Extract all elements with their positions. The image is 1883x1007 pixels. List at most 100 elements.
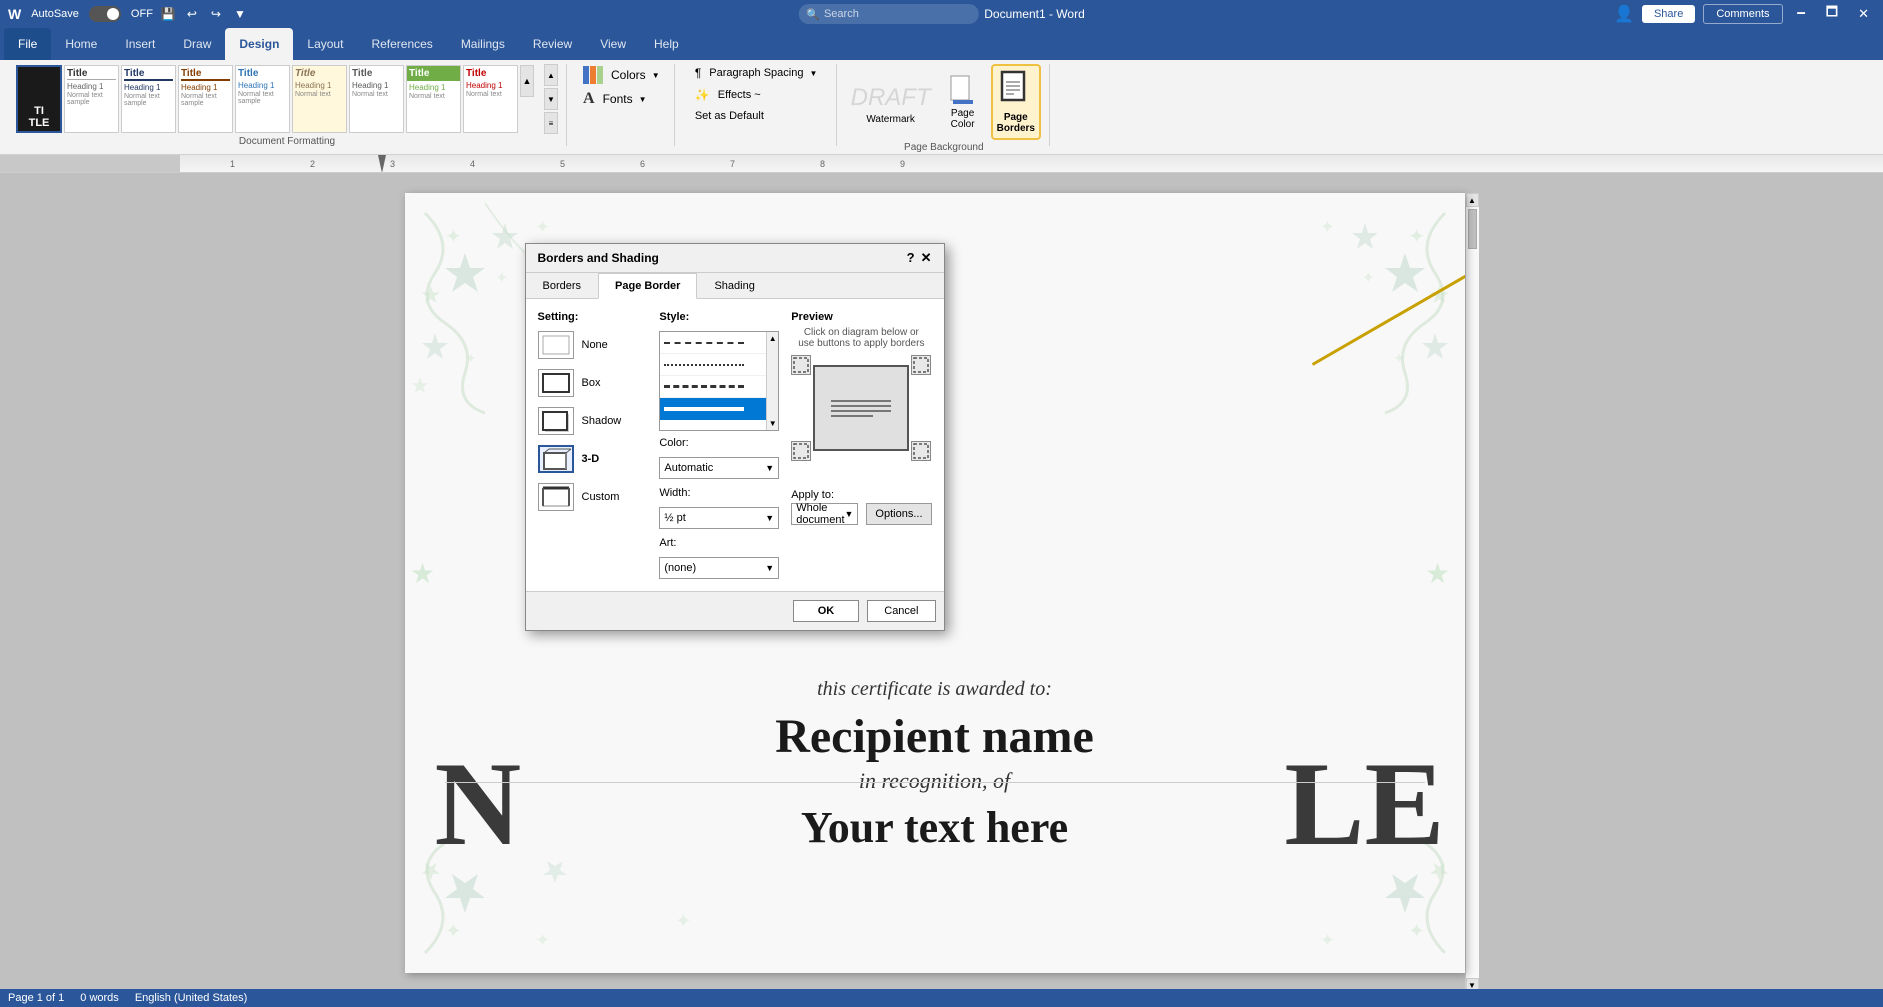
- statusbar: Page 1 of 1 0 words English (United Stat…: [0, 989, 1883, 1007]
- close-button[interactable]: ✕: [1852, 4, 1875, 24]
- comments-button[interactable]: Comments: [1703, 4, 1782, 24]
- colors-label: Colors: [611, 68, 646, 82]
- tab-mailings[interactable]: Mailings: [447, 28, 519, 60]
- theme-item-3[interactable]: Title Heading 1 Normal text sample: [121, 65, 176, 133]
- title-bar-right: 👤 Share Comments 🗕 🗖 ✕: [1614, 1, 1875, 27]
- style-listbox[interactable]: ▲ ▼: [659, 331, 779, 431]
- preview-border-btn-bottomleft[interactable]: [791, 441, 811, 461]
- qa-undo-icon[interactable]: ↩: [183, 5, 201, 23]
- setting-box[interactable]: Box: [538, 369, 648, 397]
- theme-item-2[interactable]: Title Heading 1 Normal text sample: [64, 65, 119, 133]
- art-select[interactable]: (none) ▼: [659, 557, 779, 579]
- art-dropdown-icon: ▼: [765, 563, 774, 573]
- scroll-up-btn[interactable]: ▲: [1466, 193, 1479, 207]
- page-borders-button[interactable]: Page Borders: [991, 64, 1041, 140]
- tab-insert[interactable]: Insert: [111, 28, 169, 60]
- tab-file[interactable]: File: [4, 28, 51, 60]
- fonts-label: Fonts: [603, 92, 633, 106]
- theme-item-7[interactable]: Title Heading 1 Normal text: [349, 65, 404, 133]
- share-button[interactable]: Share: [1642, 5, 1695, 23]
- setting-3d[interactable]: 3-D: [538, 445, 648, 473]
- theme-item-title[interactable]: TITLE: [16, 65, 62, 133]
- theme-scroll-more[interactable]: ≡: [544, 112, 558, 134]
- setting-shadow-icon: [538, 407, 574, 435]
- qa-more-icon[interactable]: ▼: [231, 5, 249, 23]
- maximize-button[interactable]: 🗖: [1820, 1, 1844, 27]
- preview-border-btn-topright[interactable]: [911, 355, 931, 375]
- autosave-toggle[interactable]: [89, 6, 121, 22]
- preview-label: Preview: [791, 311, 931, 323]
- title-bar-center: 🔍 Search Document1 - Word: [798, 4, 1084, 24]
- scroll-track[interactable]: [1466, 207, 1479, 978]
- scroll-thumb[interactable]: [1468, 209, 1477, 249]
- borders-shading-dialog[interactable]: Borders and Shading ? ✕ Borders Page Bor…: [525, 243, 945, 631]
- effects-button[interactable]: ✨ Effects ~: [691, 86, 765, 104]
- preview-border-btn-bottomright[interactable]: [911, 441, 931, 461]
- theme-item-9[interactable]: Title Heading 1 Normal text: [463, 65, 518, 133]
- svg-text:✦: ✦: [535, 217, 550, 237]
- apply-to-dropdown-icon: ▼: [845, 509, 854, 519]
- width-dropdown-icon: ▼: [765, 513, 774, 523]
- tab-references[interactable]: References: [357, 28, 446, 60]
- tab-review[interactable]: Review: [519, 28, 586, 60]
- options-button[interactable]: Options...: [866, 503, 931, 525]
- page-color-button[interactable]: Page Color: [943, 70, 983, 134]
- svg-text:★: ★: [410, 558, 435, 589]
- dialog-tab-borders[interactable]: Borders: [526, 273, 599, 299]
- tab-help[interactable]: Help: [640, 28, 693, 60]
- theme-item-4[interactable]: Title Heading 1 Normal text sample: [178, 65, 233, 133]
- tab-view[interactable]: View: [586, 28, 640, 60]
- svg-text:★: ★: [1425, 558, 1450, 589]
- width-select[interactable]: ½ pt ▼: [659, 507, 779, 529]
- fonts-button[interactable]: A Fonts ▼: [577, 88, 653, 110]
- dialog-tab-shading[interactable]: Shading: [697, 273, 771, 299]
- minimize-button[interactable]: 🗕: [1791, 1, 1812, 27]
- dialog-help-btn[interactable]: ?: [907, 250, 915, 266]
- qa-save-icon[interactable]: 💾: [159, 5, 177, 23]
- dialog-style-section: Style:: [659, 311, 779, 579]
- svg-text:✦: ✦: [465, 350, 477, 366]
- setting-3d-label: 3-D: [582, 453, 600, 465]
- set-as-default-button[interactable]: Set as Default: [691, 108, 768, 124]
- setting-none[interactable]: None: [538, 331, 648, 359]
- dialog-close-btn[interactable]: ✕: [921, 250, 932, 266]
- watermark-label: Watermark: [866, 114, 915, 125]
- svg-text:★: ★: [420, 282, 442, 309]
- search-placeholder[interactable]: Search: [824, 8, 859, 20]
- theme-scroll-down[interactable]: ▼: [544, 88, 558, 110]
- paragraph-spacing-button[interactable]: ¶ Paragraph Spacing ▼: [691, 64, 822, 82]
- watermark-button[interactable]: DRAFT Watermark: [847, 76, 935, 129]
- colors-button[interactable]: Colors ▼: [577, 64, 666, 86]
- dialog-title: Borders and Shading: [538, 251, 659, 265]
- page-info: Page 1 of 1: [8, 992, 64, 1004]
- user-icon[interactable]: 👤: [1614, 4, 1634, 24]
- tab-home[interactable]: Home: [51, 28, 111, 60]
- preview-border-btn-topleft[interactable]: [791, 355, 811, 375]
- theme-item-5[interactable]: Title Heading 1 Normal text sample: [235, 65, 290, 133]
- qa-redo-icon[interactable]: ↪: [207, 5, 225, 23]
- svg-text:★: ★: [410, 373, 430, 398]
- svg-text:✦: ✦: [1408, 918, 1425, 940]
- theme-item-8[interactable]: Title Heading 1 Normal text: [406, 65, 461, 133]
- dialog-tab-page-border[interactable]: Page Border: [598, 273, 697, 299]
- ok-button[interactable]: OK: [793, 600, 860, 622]
- setting-shadow[interactable]: Shadow: [538, 407, 648, 435]
- theme-scroll-up[interactable]: ▲: [544, 64, 558, 86]
- color-row: Color:: [659, 437, 779, 449]
- color-select[interactable]: Automatic ▼: [659, 457, 779, 479]
- tab-draw[interactable]: Draw: [169, 28, 225, 60]
- title-bar-left: W AutoSave OFF 💾 ↩ ↪ ▼: [8, 5, 249, 23]
- color-value: Automatic: [664, 462, 713, 474]
- setting-custom[interactable]: Custom: [538, 483, 648, 511]
- theme-item-scroll-up[interactable]: ▲: [520, 65, 534, 97]
- v-scrollbar[interactable]: ▲ ▼: [1465, 193, 1479, 992]
- main-area: ✦ ✦ ★ ✦ ✦ ★ ✦ ✦ ★ ✦: [0, 173, 1883, 992]
- apply-to-select[interactable]: Whole document ▼: [791, 503, 858, 525]
- tab-design[interactable]: Design: [225, 28, 293, 60]
- cancel-button[interactable]: Cancel: [867, 600, 935, 622]
- tab-layout[interactable]: Layout: [293, 28, 357, 60]
- style-scroll-up[interactable]: ▲: [767, 332, 779, 345]
- effects-label: Effects ~: [718, 89, 761, 101]
- theme-item-6[interactable]: Title Heading 1 Normal text: [292, 65, 347, 133]
- style-scroll-down[interactable]: ▼: [767, 417, 779, 430]
